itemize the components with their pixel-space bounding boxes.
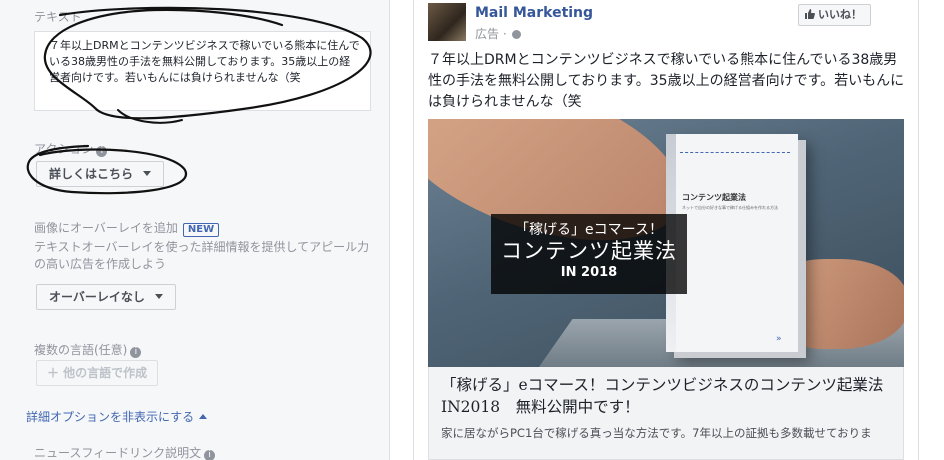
- overlay-dropdown-value: オーバーレイなし: [49, 290, 145, 304]
- image-text-overlay: 「稼げる」eコマース！ コンテンツ起業法 IN 2018: [491, 214, 687, 294]
- action-label-text: アクション: [34, 142, 94, 156]
- advanced-options-label: 詳細オプションを非表示にする: [26, 410, 195, 424]
- link-headline: 「稼げる」eコマース！コンテンツビジネスのコンテンツ起業法 IN2018 無料公…: [441, 376, 899, 416]
- thumbs-up-icon: [805, 9, 815, 19]
- info-icon[interactable]: i: [130, 347, 142, 358]
- chevron-down-icon: [143, 171, 152, 176]
- ad-editor-panel: テキスト ７年以上DRMとコンテンツビジネスで稼いでいる熊本に住んでいる38歳男…: [0, 0, 390, 460]
- page-avatar[interactable]: [428, 3, 466, 41]
- add-language-button[interactable]: ＋ 他の言語で作成: [36, 360, 159, 386]
- language-label-text: 複数の言語(任意): [34, 343, 128, 357]
- overlay-heading-text: 画像にオーバーレイを追加: [34, 221, 178, 235]
- overlay-description: テキストオーバーレイを使った詳細情報を提供してアピール力の高い広告を作成しよう: [34, 240, 370, 271]
- action-label: アクション i: [34, 140, 108, 157]
- new-badge: NEW: [182, 223, 220, 237]
- ad-preview: Mail Marketing 広告 · いいね！ ７年以上DRMとコンテンツビジ…: [413, 0, 919, 460]
- info-icon[interactable]: i: [96, 146, 108, 157]
- cta-dropdown-value: 詳しくはこちら: [49, 167, 134, 181]
- chevron-up-icon: [199, 414, 208, 419]
- sponsored-text: 広告 ·: [475, 27, 507, 41]
- like-button-label: いいね！: [818, 8, 862, 21]
- info-icon[interactable]: i: [204, 450, 216, 460]
- chevron-down-icon: [154, 294, 163, 299]
- language-label: 複数の言語(任意) i: [34, 341, 142, 358]
- ad-text-field[interactable]: ７年以上DRMとコンテンツビジネスで稼いでいる熊本に住んでいる38歳男性の手法を…: [34, 31, 371, 111]
- overlay-line-3: IN 2018: [560, 265, 618, 280]
- overlay-line-2: コンテンツ起業法: [501, 239, 677, 263]
- sponsored-label: 広告 ·: [475, 25, 521, 42]
- ebook-rule: [680, 152, 790, 153]
- advanced-options-toggle[interactable]: 詳細オプションを非表示にする: [26, 408, 208, 425]
- newsfeed-description-text: ニュースフィードリンク説明文: [34, 446, 202, 460]
- ebook-subtitle: ネットで自分の好きな事で稼げる仕組みを作れる方法: [682, 205, 778, 210]
- link-caption[interactable]: 「稼げる」eコマース！コンテンツビジネスのコンテンツ起業法 IN2018 無料公…: [428, 367, 904, 460]
- overlay-dropdown[interactable]: オーバーレイなし: [36, 284, 176, 310]
- text-label: テキスト: [34, 10, 82, 24]
- post-text: ７年以上DRMとコンテンツビジネスで稼いでいる熊本に住んでいる38歳男性の手法を…: [428, 52, 905, 110]
- overlay-heading: 画像にオーバーレイを追加 NEW: [34, 219, 220, 237]
- page-name[interactable]: Mail Marketing: [475, 5, 593, 21]
- link-description: 家に居ながらPC1台で稼げる真っ当な方法です。7年以上の証拠も多数載せておりま: [441, 426, 872, 440]
- cta-dropdown[interactable]: 詳しくはこちら: [36, 161, 165, 187]
- newsfeed-description-label: ニュースフィードリンク説明文 i: [34, 444, 216, 460]
- link-image[interactable]: コンテンツ起業法 ネットで自分の好きな事で稼げる仕組みを作れる方法 » 「稼げる…: [428, 119, 904, 367]
- globe-icon: [511, 30, 521, 39]
- double-chevron-icon: »: [776, 334, 782, 344]
- like-page-button[interactable]: いいね！: [798, 4, 871, 26]
- overlay-line-1: 「稼げる」eコマース！: [515, 222, 663, 238]
- ebook-title: コンテンツ起業法: [682, 193, 746, 202]
